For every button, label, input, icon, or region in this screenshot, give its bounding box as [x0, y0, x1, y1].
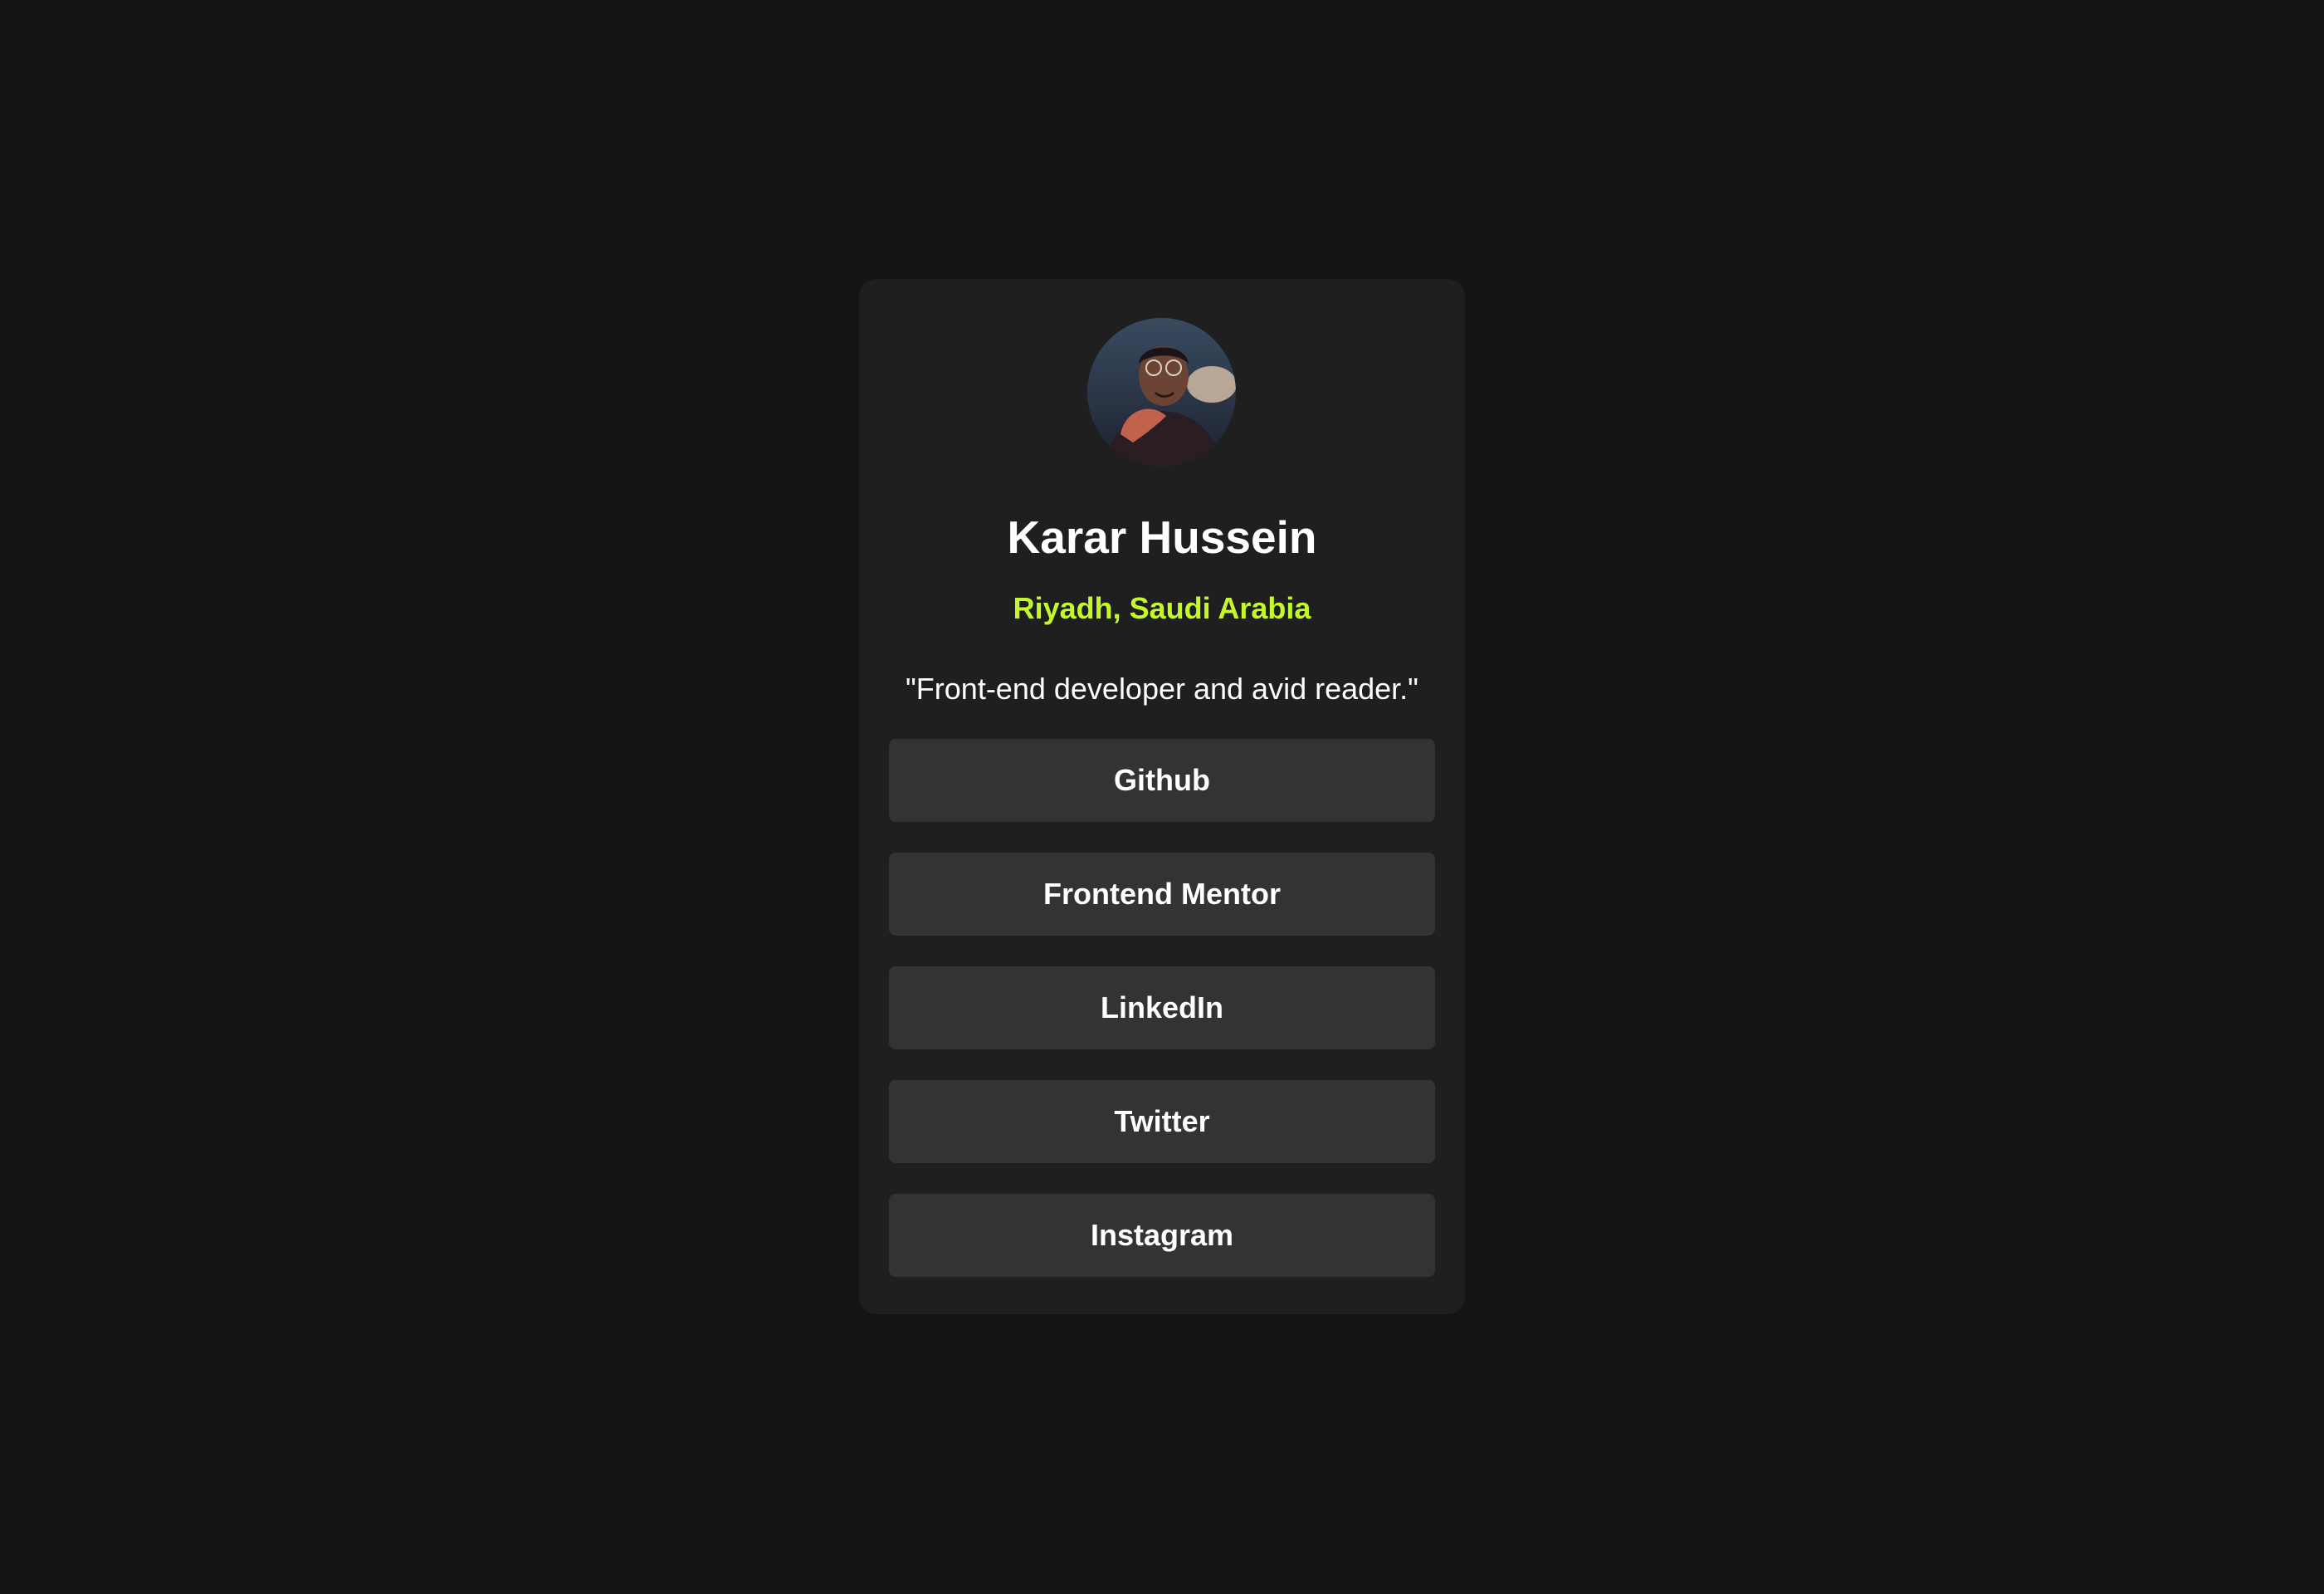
frontend-mentor-link-button[interactable]: Frontend Mentor — [889, 853, 1435, 936]
linkedin-link-button[interactable]: LinkedIn — [889, 966, 1435, 1049]
social-links: Github Frontend Mentor LinkedIn Twitter … — [889, 739, 1435, 1277]
avatar — [1087, 318, 1236, 467]
instagram-link-button[interactable]: Instagram — [889, 1194, 1435, 1277]
github-link-button[interactable]: Github — [889, 739, 1435, 822]
profile-name: Karar Hussein — [1007, 511, 1317, 563]
profile-card: Karar Hussein Riyadh, Saudi Arabia "Fron… — [859, 279, 1465, 1314]
twitter-link-button[interactable]: Twitter — [889, 1080, 1435, 1163]
profile-bio: "Front-end developer and avid reader." — [906, 672, 1418, 706]
avatar-photo-icon — [1087, 318, 1236, 467]
profile-location: Riyadh, Saudi Arabia — [1013, 591, 1311, 625]
